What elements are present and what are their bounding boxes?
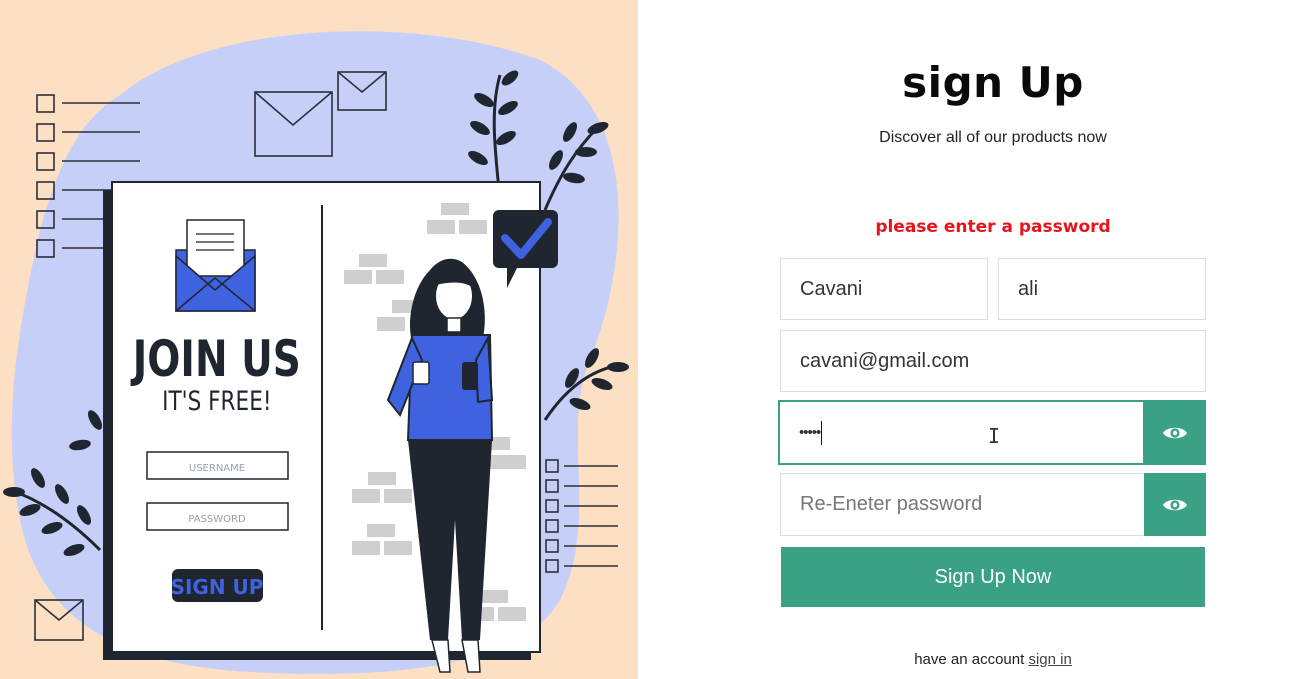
password-visibility-toggle[interactable]: [1144, 400, 1206, 465]
text-cursor-icon: I: [988, 424, 1001, 448]
page-subtitle: Discover all of our products now: [879, 129, 1107, 146]
illustration-panel: JOIN US IT'S FREE! USERNAME PASSWORD SIG…: [0, 0, 638, 679]
reenter-password-placeholder: Re-Eneter password: [800, 493, 983, 515]
join-us-headline: JOIN US: [130, 329, 301, 388]
text-caret: [821, 420, 823, 445]
password-field[interactable]: •••••: [778, 400, 1145, 465]
signup-form-panel: sign Up Discover all of our products now…: [638, 0, 1314, 679]
email-field[interactable]: cavani@gmail.com: [780, 330, 1206, 392]
signin-prompt: have an account sign in: [638, 651, 1314, 668]
reenter-password-field[interactable]: Re-Eneter password: [780, 473, 1146, 536]
sign-in-link[interactable]: sign in: [1028, 651, 1071, 668]
error-message: please enter a password: [875, 217, 1111, 237]
envelope-icon: [34, 599, 84, 641]
reenter-visibility-toggle[interactable]: [1144, 473, 1206, 536]
page-title: sign Up: [902, 58, 1084, 107]
email-value: cavani@gmail.com: [800, 349, 970, 372]
sign-up-now-button[interactable]: Sign Up Now: [781, 547, 1205, 607]
eye-icon: [1163, 499, 1187, 510]
first-name-value: Cavani: [800, 277, 863, 300]
mail-icon: [175, 219, 256, 312]
password-value: •••••: [799, 424, 821, 441]
eye-icon: [1163, 427, 1187, 438]
footer-text: have an account: [914, 651, 1025, 668]
illus-signup-label: SIGN UP: [171, 575, 264, 599]
last-name-value: ali: [1018, 277, 1039, 300]
last-name-field[interactable]: ali: [998, 258, 1206, 320]
illus-username-placeholder: USERNAME: [189, 463, 245, 474]
illus-password-placeholder: PASSWORD: [188, 514, 246, 525]
join-us-illustration: JOIN US IT'S FREE! USERNAME PASSWORD SIG…: [3, 31, 629, 674]
free-tagline: IT'S FREE!: [162, 385, 271, 417]
first-name-field[interactable]: Cavani: [780, 258, 988, 320]
